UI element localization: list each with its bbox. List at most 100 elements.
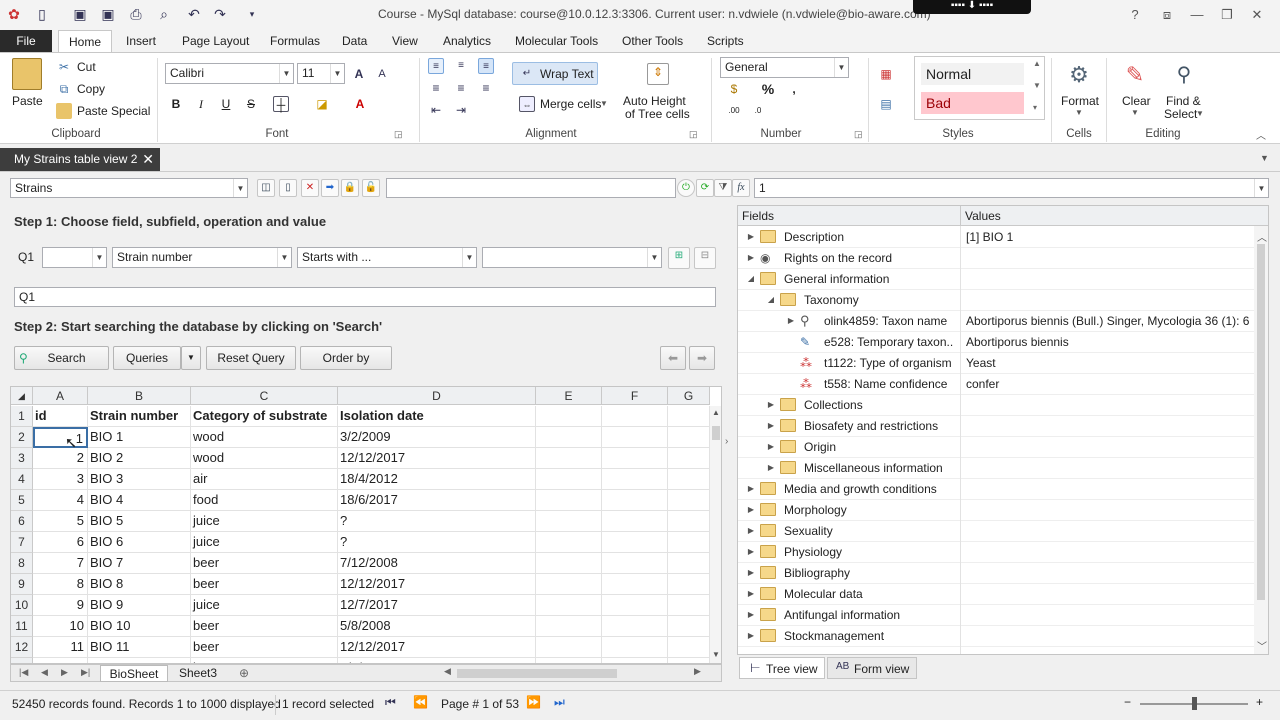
remote-session-bar[interactable]: ▪▪▪▪ ⬇ ▪▪▪▪	[913, 0, 1031, 14]
tab-view[interactable]: View	[392, 30, 418, 52]
grid-cell[interactable]: BIO 4	[88, 490, 191, 511]
column-header-c[interactable]: C	[191, 387, 338, 405]
tree-scroll-down-icon[interactable]: ﹀	[1257, 638, 1267, 653]
grid-cell[interactable]: 6	[33, 532, 88, 553]
paste-special-button[interactable]: Paste Special	[77, 104, 150, 118]
undo-icon[interactable]: ↶	[186, 6, 202, 22]
expand-icon[interactable]: ▶	[746, 248, 756, 268]
grid-cell[interactable]: food	[191, 490, 338, 511]
grid-cell[interactable]	[668, 574, 710, 595]
tree-row[interactable]: ▶ Biosafety and restrictions	[738, 416, 1254, 437]
font-color-icon[interactable]: A	[352, 96, 368, 112]
validate-icon[interactable]: ⏻	[677, 179, 695, 197]
header-cell[interactable]	[668, 406, 710, 427]
grid-cell[interactable]	[536, 616, 602, 637]
grid-cell[interactable]	[602, 511, 668, 532]
grid-cell[interactable]: BIO 7	[88, 553, 191, 574]
tab-analytics[interactable]: Analytics	[443, 30, 491, 52]
column-header-d[interactable]: D	[338, 387, 536, 405]
row-header[interactable]: 9	[11, 574, 33, 595]
grid-cell[interactable]	[602, 469, 668, 490]
italic-icon[interactable]: I	[193, 96, 209, 112]
sheet-tab-biosheet[interactable]: BioSheet	[100, 665, 168, 682]
expand-pane-icon[interactable]: ›	[725, 436, 728, 447]
form-view-tab[interactable]: AB Form view	[827, 657, 917, 679]
grid-cell[interactable]	[536, 490, 602, 511]
format-button[interactable]: Format	[1061, 94, 1099, 108]
minimize-icon[interactable]: —	[1188, 6, 1206, 24]
number-format-select[interactable]: General ▼	[720, 57, 849, 78]
underline-icon[interactable]: U	[218, 96, 234, 112]
tree-row[interactable]: ▶ Description [1] BIO 1	[738, 227, 1254, 248]
prev-sheet-icon[interactable]: ◀	[41, 667, 48, 678]
style-bad[interactable]: Bad	[921, 92, 1024, 114]
queries-dropdown-icon[interactable]: ▼	[181, 346, 201, 370]
zoom-out-icon[interactable]: −	[1124, 695, 1131, 709]
grid-cell[interactable]: 2	[33, 448, 88, 469]
grid-cell[interactable]	[536, 595, 602, 616]
tree-row[interactable]: ▶ Media and growth conditions	[738, 479, 1254, 500]
grid-cell[interactable]: wood	[191, 448, 338, 469]
grid-cell[interactable]: BIO 5	[88, 511, 191, 532]
grid-cell[interactable]	[668, 448, 710, 469]
fill-color-icon[interactable]: ◪	[314, 96, 330, 112]
scroll-left-icon[interactable]: ◀	[444, 666, 451, 677]
row-header[interactable]: 12	[11, 637, 33, 658]
first-sheet-icon[interactable]: |◀	[19, 667, 28, 678]
next-sheet-icon[interactable]: ▶	[61, 667, 68, 678]
grid-cell[interactable]	[668, 511, 710, 532]
unlock-icon[interactable]: 🔓	[362, 179, 380, 197]
tree-scroll-thumb[interactable]	[1257, 244, 1265, 600]
increase-indent-icon[interactable]: ⇥	[453, 102, 469, 118]
document-icon[interactable]: ▯	[34, 6, 50, 22]
vertical-scrollbar[interactable]: ▲ ▼	[710, 406, 721, 663]
next-query-icon[interactable]: ➡	[689, 346, 715, 370]
formula-value-input[interactable]: 1 ▼	[754, 178, 1269, 198]
grid-cell[interactable]	[602, 532, 668, 553]
grid-cell[interactable]	[536, 448, 602, 469]
clear-dropdown-icon[interactable]: ▼	[1131, 108, 1139, 117]
grid-cell[interactable]: BIO 3	[88, 469, 191, 490]
grid-cell[interactable]	[536, 553, 602, 574]
search-button[interactable]: ⚲ Search	[14, 346, 109, 370]
grid-cell[interactable]: 7/12/2008	[338, 553, 536, 574]
grid-cell[interactable]	[602, 448, 668, 469]
scroll-right-icon[interactable]: ▶	[694, 666, 701, 677]
lock-icon[interactable]: 🔒	[341, 179, 359, 197]
tree-row[interactable]: ▶ Molecular data	[738, 584, 1254, 605]
grid-cell[interactable]	[668, 490, 710, 511]
formula-field-input[interactable]	[386, 178, 676, 198]
column-header-f[interactable]: F	[602, 387, 668, 405]
grow-font-icon[interactable]: A	[351, 66, 367, 82]
grid-cell[interactable]	[602, 637, 668, 658]
tree-field-value[interactable]: Abortiporus biennis	[966, 332, 1250, 352]
tree-field-value[interactable]: Yeast	[966, 353, 1250, 373]
grid-cell[interactable]: BIO 9	[88, 595, 191, 616]
expand-icon[interactable]: ▶	[746, 584, 756, 604]
grid-cell[interactable]	[536, 469, 602, 490]
expand-icon[interactable]: ▶	[746, 500, 756, 520]
shrink-font-icon[interactable]: A	[374, 66, 390, 82]
align-middle-icon[interactable]: ≡	[453, 58, 469, 74]
grid-cell[interactable]: ?	[338, 532, 536, 553]
row-header[interactable]: 4	[11, 469, 33, 490]
decrease-decimal-icon[interactable]: .0	[750, 103, 766, 119]
row-header[interactable]: 3	[11, 448, 33, 469]
tree-row[interactable]: ◢ General information	[738, 269, 1254, 290]
grid-cell[interactable]: air	[191, 469, 338, 490]
tab-data[interactable]: Data	[342, 30, 367, 52]
grid-cell[interactable]: juice	[191, 511, 338, 532]
logic-operator-select[interactable]: ▼	[42, 247, 107, 268]
row-header[interactable]: 5	[11, 490, 33, 511]
remove-condition-icon[interactable]: ⊟	[694, 247, 716, 269]
grid-cell[interactable]: BIO 2	[88, 448, 191, 469]
grid-cell[interactable]: BIO 6	[88, 532, 191, 553]
style-normal[interactable]: Normal	[921, 63, 1024, 85]
row-header[interactable]: 10	[11, 595, 33, 616]
column-header-a[interactable]: A	[33, 387, 88, 405]
column-header-b[interactable]: B	[88, 387, 191, 405]
expand-icon[interactable]: ▶	[766, 437, 776, 457]
grid-cell[interactable]: 7	[33, 553, 88, 574]
paste-icon[interactable]	[12, 58, 42, 90]
align-right-icon[interactable]: ≡	[478, 80, 494, 96]
